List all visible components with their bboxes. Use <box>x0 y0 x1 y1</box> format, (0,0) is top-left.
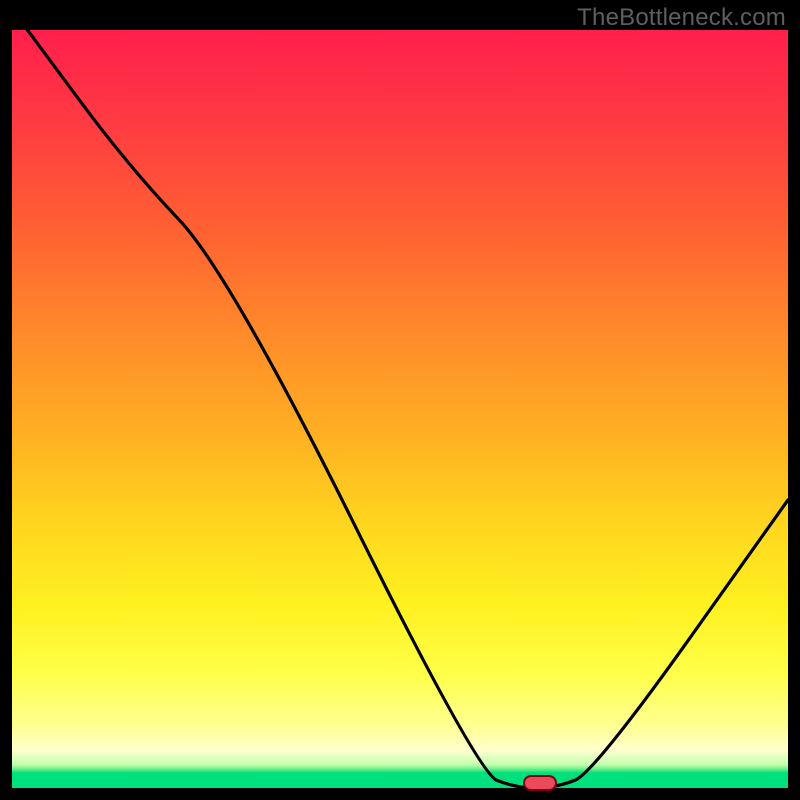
watermark-text: TheBottleneck.com <box>577 4 786 32</box>
chart-container: TheBottleneck.com <box>0 0 800 800</box>
optimum-marker <box>523 775 557 791</box>
line-curve <box>12 30 788 788</box>
plot-area <box>12 30 788 788</box>
curve-path <box>28 30 788 788</box>
